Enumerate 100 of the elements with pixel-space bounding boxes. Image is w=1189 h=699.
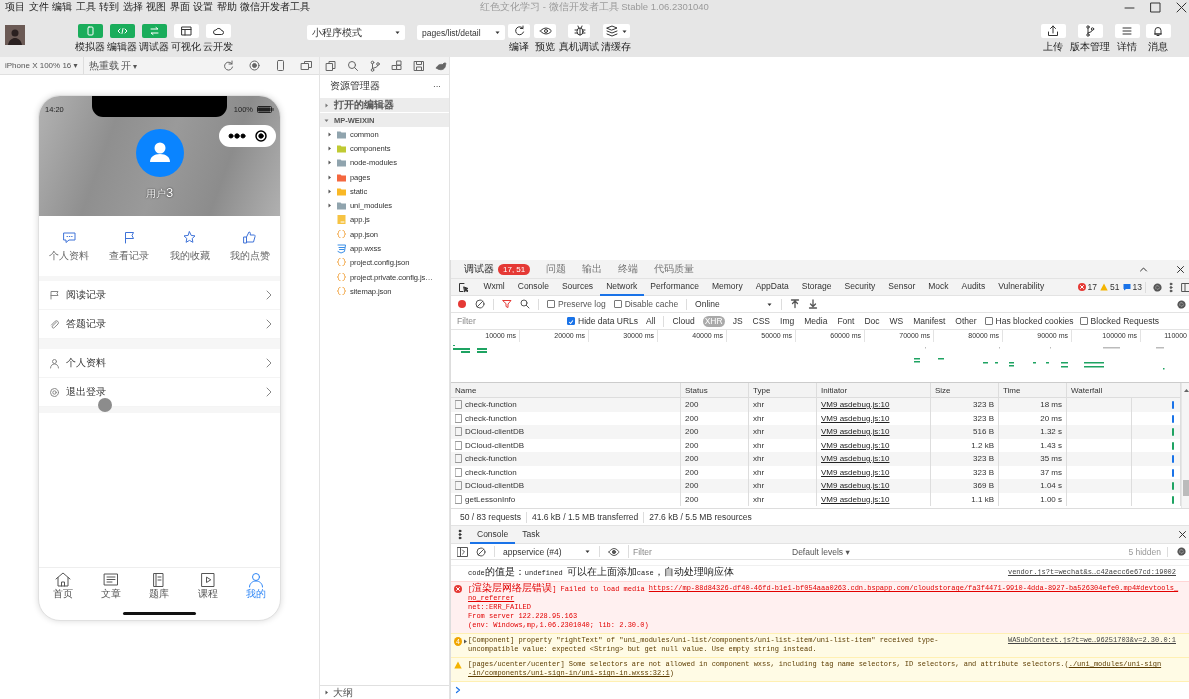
scroll-up-icon[interactable]: [1182, 387, 1189, 394]
menu-item[interactable]: 视图: [146, 0, 166, 14]
devtools-tab[interactable]: Console: [511, 278, 556, 296]
checkbox[interactable]: Blocked Requests: [1079, 316, 1160, 326]
type-filter[interactable]: All: [644, 315, 658, 327]
close-icon[interactable]: [1178, 530, 1187, 539]
checkbox[interactable]: Preserve log: [547, 299, 606, 309]
devtools-tab[interactable]: Wxml: [477, 278, 512, 296]
list-item[interactable]: 个人资料: [39, 349, 280, 378]
initiator-link[interactable]: VM9 asdebug.js:10: [821, 398, 890, 412]
hot-reload-toggle[interactable]: 热重载 开 ▾: [83, 56, 142, 75]
close-icon[interactable]: [1176, 264, 1185, 274]
menu-item[interactable]: 项目: [5, 0, 25, 14]
inspect-icon[interactable]: [458, 281, 469, 293]
type-filter[interactable]: Manifest: [911, 315, 948, 327]
sidebar-icon[interactable]: [457, 546, 468, 557]
tab-item[interactable]: 我的: [231, 568, 280, 601]
toolbar-button[interactable]: [602, 24, 630, 38]
devtools-tab[interactable]: Storage: [795, 278, 839, 296]
drawer-tab[interactable]: Console: [470, 525, 516, 544]
shortcut-label[interactable]: 个人资料: [49, 249, 90, 263]
blocks-icon[interactable]: [391, 59, 403, 72]
menu-item[interactable]: 转到: [99, 0, 119, 14]
scrollbar-thumb[interactable]: [1183, 480, 1189, 496]
context-select[interactable]: appservice (#4): [503, 546, 591, 557]
initiator-link[interactable]: VM9 asdebug.js:10: [821, 411, 890, 425]
window-icon[interactable]: [300, 59, 313, 72]
record-button[interactable]: [457, 299, 467, 309]
toolbar-button[interactable]: [1145, 24, 1171, 38]
tab-item[interactable]: 文章: [87, 568, 136, 601]
kebab-menu-icon[interactable]: [1169, 281, 1173, 293]
outline-section[interactable]: 大纲: [320, 685, 449, 699]
devtools-tab[interactable]: AppData: [749, 278, 796, 296]
initiator-link[interactable]: VM9 asdebug.js:10: [821, 438, 890, 452]
levels-select[interactable]: Default levels ▾: [792, 546, 850, 557]
throttling-select[interactable]: Online: [695, 299, 774, 309]
toolbar-button[interactable]: [1077, 24, 1103, 38]
collapse-icon[interactable]: [1139, 264, 1148, 274]
devtools-tab[interactable]: Memory: [705, 278, 750, 296]
prompt-icon[interactable]: [455, 686, 461, 694]
search-icon[interactable]: [347, 59, 359, 72]
type-filter[interactable]: WS: [887, 315, 906, 327]
capsule-button[interactable]: [219, 125, 276, 147]
checkbox[interactable]: Hide data URLs: [567, 316, 638, 326]
toolbar-button[interactable]: [508, 24, 530, 38]
type-filter[interactable]: Media: [802, 315, 830, 327]
list-item[interactable]: 阅读记录: [39, 281, 280, 310]
menu-item[interactable]: 微信开发者工具: [240, 0, 310, 14]
type-filter[interactable]: Font: [835, 315, 857, 327]
checkbox[interactable]: Disable cache: [613, 299, 679, 309]
initiator-link[interactable]: VM9 asdebug.js:10: [821, 425, 890, 439]
record-icon[interactable]: [248, 59, 261, 72]
save-icon[interactable]: [413, 59, 425, 72]
toolbar-button[interactable]: [534, 24, 556, 38]
panel-tab[interactable]: 问题: [546, 262, 567, 276]
drawer-tab[interactable]: Task: [515, 525, 547, 544]
devtools-tab[interactable]: Security: [838, 278, 882, 296]
tree-section[interactable]: 打开的编辑器: [320, 98, 449, 112]
panel-tab[interactable]: 输出: [582, 262, 603, 276]
menu-item[interactable]: 文件: [28, 0, 49, 14]
devtools-tab[interactable]: Audits: [955, 278, 992, 296]
devtools-tab[interactable]: Sensor: [881, 278, 922, 296]
devtools-tab[interactable]: Sources: [555, 278, 600, 296]
menu-item[interactable]: 帮助: [216, 0, 237, 14]
panel-tab[interactable]: 代码质量: [654, 262, 695, 276]
shortcut-label[interactable]: 我的点赞: [229, 249, 270, 263]
upload-icon[interactable]: [790, 299, 801, 309]
tab-item[interactable]: 首页: [39, 568, 88, 601]
branch-icon[interactable]: [369, 59, 381, 72]
type-filter[interactable]: CSS: [750, 315, 773, 327]
eye-icon[interactable]: [608, 546, 620, 557]
devtools-tab[interactable]: Performance: [643, 278, 706, 296]
caret-icon[interactable]: [394, 29, 401, 36]
type-filter[interactable]: Cloud: [670, 315, 697, 327]
scrollbar[interactable]: [1181, 383, 1189, 508]
filter-icon[interactable]: [502, 299, 512, 309]
dock-icon[interactable]: [1181, 281, 1189, 293]
type-filter[interactable]: Other: [953, 315, 979, 327]
page-select[interactable]: pages/list/detail: [417, 25, 505, 40]
mode-button[interactable]: [205, 24, 231, 38]
clear-icon[interactable]: [476, 546, 486, 557]
maximize-button[interactable]: [1150, 1, 1161, 13]
caret-icon[interactable]: [584, 548, 591, 555]
shortcut-label[interactable]: 查看记录: [109, 249, 150, 263]
menu-item[interactable]: 界面: [169, 0, 190, 14]
initiator-link[interactable]: VM9 asdebug.js:10: [821, 479, 890, 493]
checkbox[interactable]: Has blocked cookies: [984, 316, 1074, 326]
shortcut-label[interactable]: 我的收藏: [169, 249, 210, 263]
caret-icon[interactable]: [494, 29, 501, 36]
clear-icon[interactable]: [475, 299, 485, 309]
device-select[interactable]: iPhone X 100% 16 ▾: [0, 57, 84, 74]
tab-item[interactable]: 题库: [135, 568, 184, 601]
menu-item[interactable]: 选择: [122, 0, 143, 14]
thumbs-up-icon[interactable]: [242, 230, 258, 245]
initiator-link[interactable]: VM9 asdebug.js:10: [821, 465, 890, 479]
panel-tab[interactable]: 终端: [618, 262, 639, 276]
type-filter[interactable]: Doc: [862, 315, 882, 327]
search-icon[interactable]: [520, 299, 530, 309]
files-icon[interactable]: [325, 59, 337, 72]
type-filter[interactable]: Img: [778, 315, 797, 327]
